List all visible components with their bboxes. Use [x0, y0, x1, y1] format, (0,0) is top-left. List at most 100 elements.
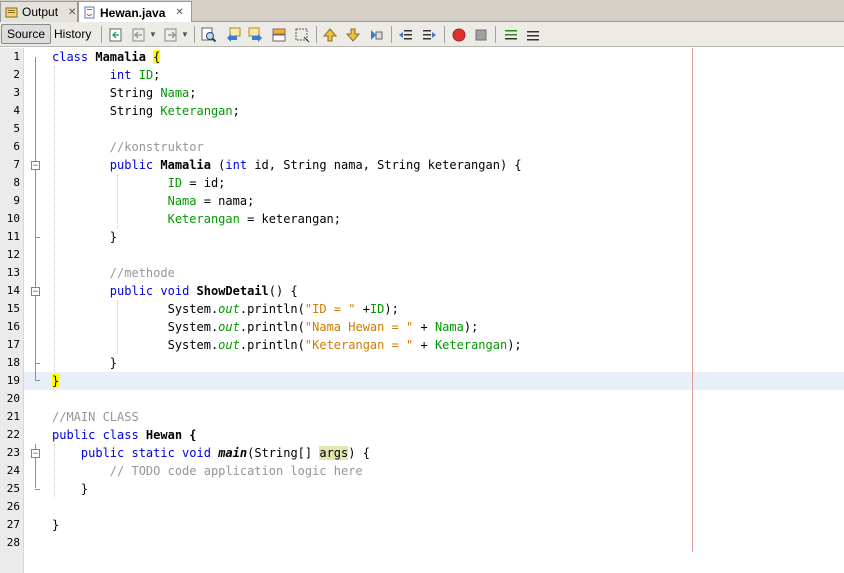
- collapse-icon[interactable]: −: [31, 449, 40, 458]
- close-icon[interactable]: ✕: [175, 7, 183, 18]
- code-line-8: ID = id;: [52, 174, 226, 192]
- stop-macro-recording-icon[interactable]: [472, 26, 490, 43]
- constructor-name: Mamalia: [153, 158, 211, 172]
- line-number: 3: [13, 86, 20, 99]
- static-field: out: [218, 320, 240, 334]
- close-icon[interactable]: ✕: [68, 7, 76, 18]
- toolbar-separator: [101, 26, 102, 43]
- type-name: String: [52, 104, 161, 118]
- punctuation: () {: [268, 284, 298, 298]
- line-number: 20: [6, 392, 20, 405]
- keyword: int: [225, 158, 248, 172]
- code-line-3: String Nama;: [52, 84, 197, 102]
- keyword: class: [52, 50, 89, 64]
- toggle-comment-icon[interactable]: [502, 26, 520, 43]
- punctuation: );: [384, 302, 399, 316]
- code-line-9: Nama = nama;: [52, 192, 255, 210]
- rectangular-selection-icon[interactable]: [293, 26, 311, 43]
- fold-end-marker: [35, 380, 40, 381]
- field-name: Keterangan: [160, 104, 233, 118]
- assignment: = keterangan;: [239, 212, 341, 226]
- punctuation: (: [210, 158, 226, 172]
- collapse-icon[interactable]: −: [31, 161, 40, 170]
- code-line-11: }: [52, 230, 118, 244]
- start-macro-recording-icon[interactable]: [450, 26, 468, 43]
- method-call: .println(: [239, 320, 305, 334]
- tab-output[interactable]: Output ✕: [0, 1, 78, 22]
- line-number: 9: [13, 194, 20, 207]
- line-number: 11: [6, 230, 20, 243]
- keyword: void: [160, 284, 190, 298]
- code-line-22: public class Hewan {: [52, 426, 197, 444]
- shift-right-icon[interactable]: [420, 26, 438, 43]
- toolbar-separator: [391, 26, 392, 43]
- matched-brace: }: [52, 374, 60, 388]
- fold-end-marker: [35, 489, 40, 490]
- chevron-down-icon[interactable]: ▼: [180, 26, 190, 43]
- class-ref: System.: [167, 302, 219, 316]
- line-number: 21: [6, 410, 20, 423]
- chevron-down-icon[interactable]: ▼: [148, 26, 158, 43]
- line-number: 1: [13, 50, 20, 63]
- java-file-icon: [83, 6, 96, 19]
- assignment: = nama;: [196, 194, 255, 208]
- find-previous-icon[interactable]: [224, 26, 242, 43]
- assignment: = id;: [182, 176, 226, 190]
- operator: +: [355, 302, 370, 316]
- punctuation: ) {: [348, 446, 370, 460]
- static-field: out: [218, 338, 240, 352]
- line-number: 6: [13, 140, 20, 153]
- code-line-2: int ID;: [52, 66, 161, 84]
- toolbar-separator: [194, 26, 195, 43]
- code-line-23: public static void main(String[] args) {: [52, 444, 370, 462]
- previous-bookmark-icon[interactable]: [321, 26, 339, 43]
- code-line-18: }: [52, 356, 118, 370]
- history-button[interactable]: History: [48, 24, 97, 44]
- collapse-icon[interactable]: −: [31, 287, 40, 296]
- back-icon[interactable]: [130, 26, 148, 43]
- code-line-17: System.out.println("Keterangan = " + Ket…: [52, 336, 522, 354]
- toggle-highlight-icon[interactable]: [270, 26, 288, 43]
- code-line-13: //methode: [52, 266, 175, 280]
- field-name: Keterangan: [434, 338, 508, 352]
- line-number: 27: [6, 518, 20, 531]
- field-name: ID: [167, 176, 183, 190]
- code-line-24: // TODO code application logic here: [52, 462, 363, 480]
- keyword: int: [109, 68, 132, 82]
- method-name: main: [218, 446, 248, 460]
- source-button[interactable]: Source: [1, 24, 52, 44]
- last-edit-icon[interactable]: [107, 26, 125, 43]
- uncomment-icon[interactable]: [524, 26, 542, 43]
- string-literal: "ID = ": [304, 302, 356, 316]
- next-bookmark-icon[interactable]: [344, 26, 362, 43]
- code-line-10: Keterangan = keterangan;: [52, 210, 341, 228]
- class-name: Mamalia: [88, 50, 154, 64]
- string-literal: "Nama Hewan = ": [304, 320, 414, 334]
- punctuation: ;: [153, 68, 161, 82]
- code-line-6: //konstruktor: [52, 140, 204, 154]
- field-name: Keterangan: [167, 212, 240, 226]
- line-number: 16: [6, 320, 20, 333]
- code-line-14: public void ShowDetail() {: [52, 282, 298, 300]
- toggle-bookmark-icon[interactable]: [367, 26, 385, 43]
- punctuation: );: [507, 338, 522, 352]
- code-line-19: }: [52, 372, 60, 390]
- method-call: .println(: [239, 338, 305, 352]
- code-line-1: class Mamalia {: [52, 48, 161, 66]
- forward-icon[interactable]: [162, 26, 180, 43]
- tab-hewan-java[interactable]: Hewan.java ✕: [78, 1, 192, 23]
- line-number: 7: [13, 158, 20, 171]
- line-number: 13: [6, 266, 20, 279]
- line-number: 24: [6, 464, 20, 477]
- field-name: Nama: [434, 320, 464, 334]
- line-number: 10: [6, 212, 20, 225]
- punctuation: );: [463, 320, 479, 334]
- parameters: id, String nama, String keterangan) {: [247, 158, 522, 172]
- find-next-icon[interactable]: [247, 26, 265, 43]
- shift-left-icon[interactable]: [397, 26, 415, 43]
- find-icon[interactable]: [200, 26, 218, 43]
- line-number: 22: [6, 428, 20, 441]
- fold-end-marker: [35, 363, 40, 364]
- line-number: 14: [6, 284, 20, 297]
